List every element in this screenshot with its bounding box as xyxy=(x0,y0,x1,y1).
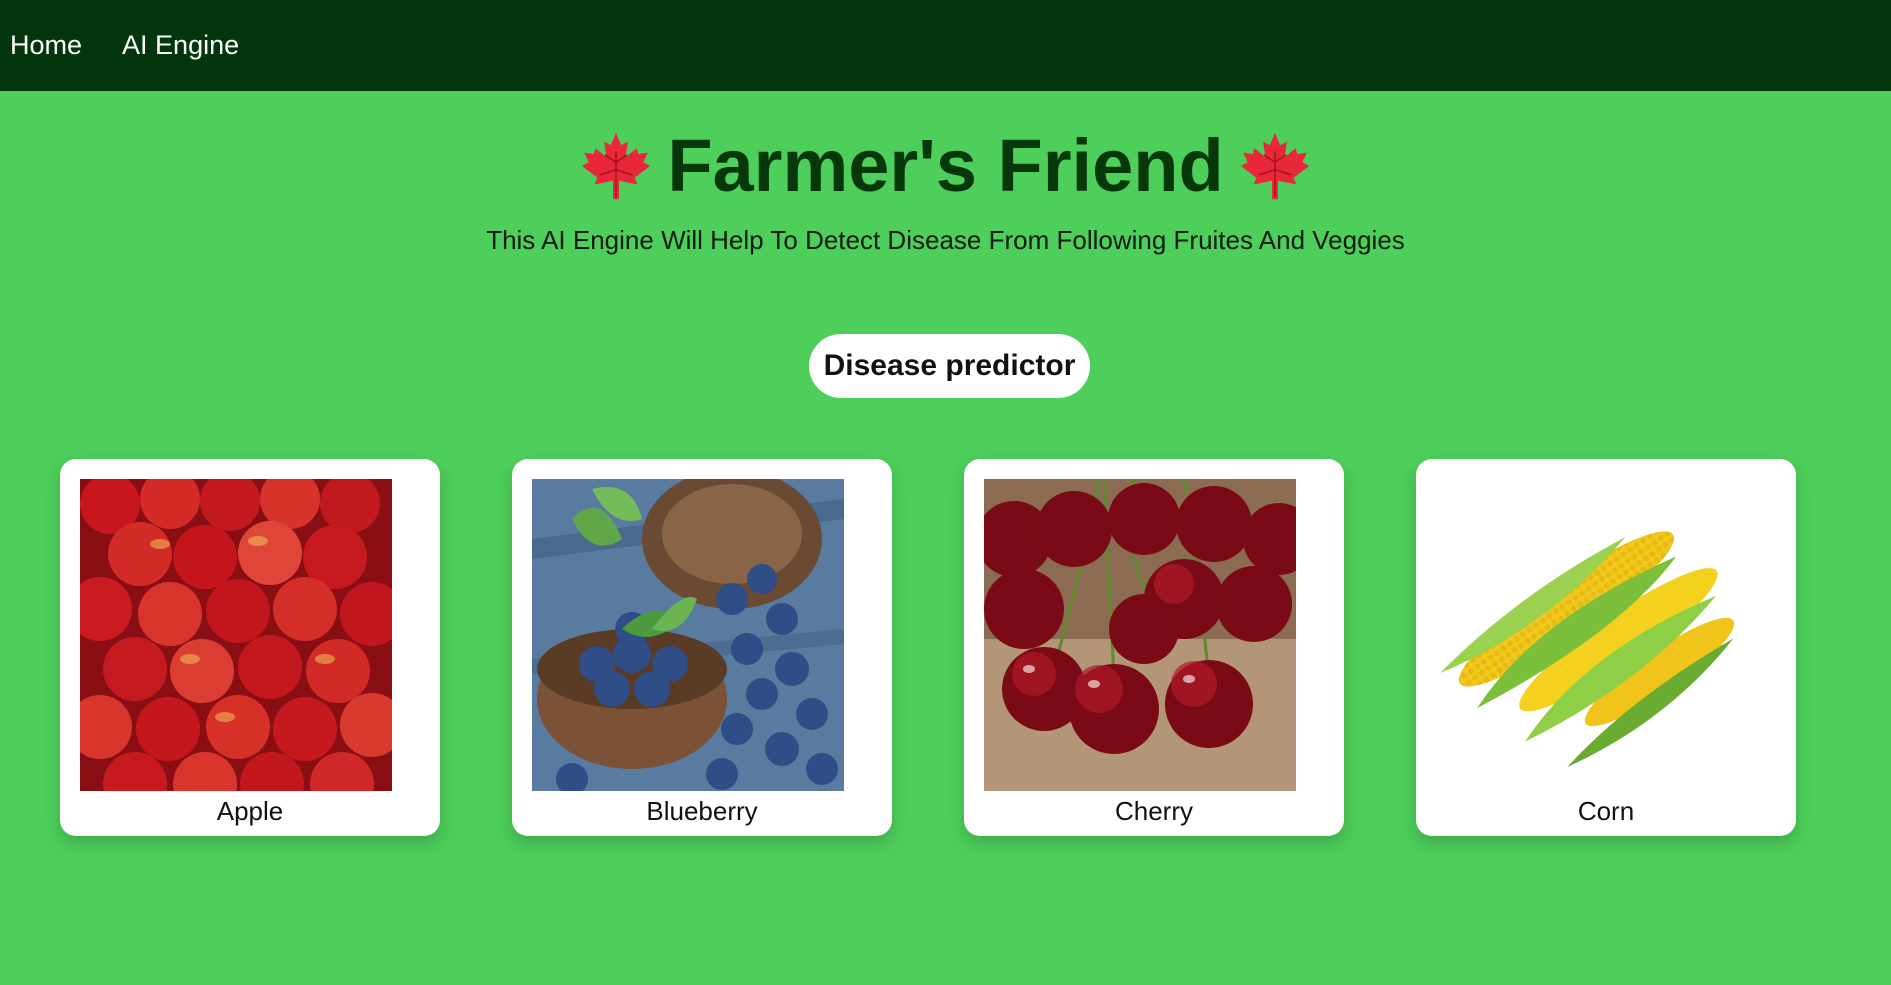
maple-leaf-icon xyxy=(1240,132,1309,200)
card-label: Blueberry xyxy=(646,796,758,826)
corn-image xyxy=(1436,479,1748,791)
disease-predictor-button[interactable]: Disease predictor xyxy=(809,334,1090,398)
navbar: Home AI Engine xyxy=(0,0,1891,91)
page-subtitle: This AI Engine Will Help To Detect Disea… xyxy=(486,225,1405,255)
corn-card[interactable]: Corn xyxy=(1416,459,1796,836)
blueberry-card[interactable]: Blueberry xyxy=(512,459,892,836)
maple-leaf-icon xyxy=(582,132,651,200)
card-label: Corn xyxy=(1577,796,1635,826)
blueberry-image xyxy=(532,479,844,791)
page-title: Farmer's Friend xyxy=(667,124,1224,207)
title-row: Farmer's Friend xyxy=(0,129,1891,203)
apple-card[interactable]: Apple xyxy=(60,459,440,836)
hero: Farmer's Friend This AI Engine Will Help… xyxy=(0,91,1891,256)
cherry-card[interactable]: Cherry xyxy=(964,459,1344,836)
nav-home-link[interactable]: Home xyxy=(10,30,82,61)
cherry-image xyxy=(984,479,1296,791)
card-label: Cherry xyxy=(1114,796,1193,826)
card-label: Apple xyxy=(216,796,284,826)
nav-ai-engine-link[interactable]: AI Engine xyxy=(122,30,239,61)
apple-image xyxy=(80,479,392,791)
